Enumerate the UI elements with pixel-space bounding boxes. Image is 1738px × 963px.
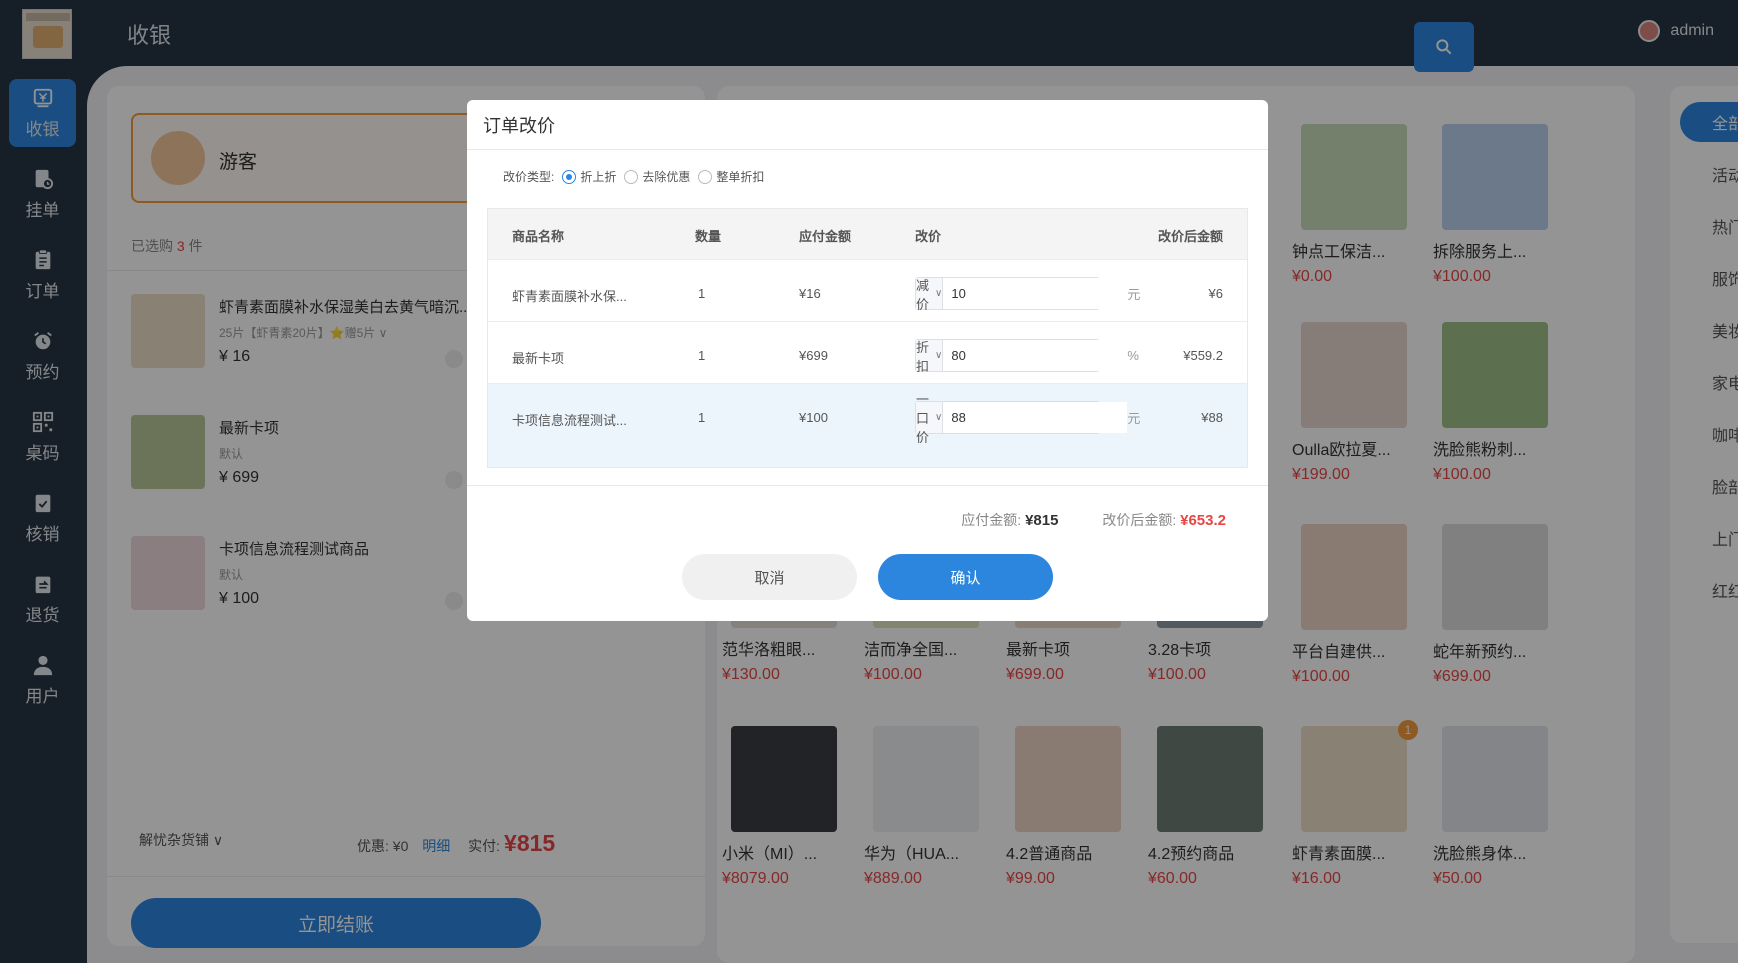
price-change-dialog: 订单改价 改价类型: 折上折 去除优惠 整单折扣 商品名称 数量 应付金额 改价…	[467, 100, 1268, 621]
amount-input[interactable]	[943, 278, 1128, 309]
mode-select[interactable]: 减价 ∨	[916, 278, 944, 312]
chevron-down-icon: ∨	[935, 288, 943, 299]
due-total: ¥815	[1025, 512, 1059, 529]
table-row: 卡项信息流程测试... 1 ¥100 一口价∨ 元 ¥88	[488, 383, 1247, 467]
mode-select[interactable]: 一口价 ∨	[916, 392, 944, 445]
after-total: ¥653.2	[1180, 512, 1226, 529]
amount-input[interactable]	[943, 402, 1128, 433]
divider	[467, 149, 1268, 150]
radio-remove-discount[interactable]: 去除优惠	[624, 168, 690, 185]
table-header: 商品名称 数量 应付金额 改价 改价后金额	[488, 209, 1247, 259]
mode-select[interactable]: 折扣 ∨	[916, 340, 944, 374]
dialog-title: 订单改价	[483, 116, 555, 136]
cancel-button[interactable]: 取消	[682, 554, 857, 600]
amount-input[interactable]	[943, 340, 1128, 371]
chevron-down-icon: ∨	[935, 412, 943, 423]
radio-stack-discount[interactable]: 折上折	[562, 168, 616, 185]
table-row: 最新卡项 1 ¥699 折扣∨ % ¥559.2	[488, 321, 1247, 390]
table-row: 虾青素面膜补水保... 1 ¥16 减价∨ 元 ¥6	[488, 259, 1247, 328]
price-change-control: 减价∨ 元	[915, 277, 1140, 312]
radio-order-discount[interactable]: 整单折扣	[698, 168, 764, 185]
price-type-group: 改价类型: 折上折 去除优惠 整单折扣	[503, 168, 765, 185]
confirm-button[interactable]: 确认	[878, 554, 1053, 600]
price-change-control: 折扣∨ %	[915, 339, 1139, 374]
price-change-table: 商品名称 数量 应付金额 改价 改价后金额 虾青素面膜补水保... 1 ¥16 …	[487, 208, 1248, 468]
chevron-down-icon: ∨	[935, 350, 943, 361]
divider	[467, 485, 1268, 486]
price-summary: 应付金额: ¥815 改价后金额: ¥653.2	[961, 512, 1226, 529]
price-change-control: 一口价∨ 元	[915, 392, 1140, 445]
